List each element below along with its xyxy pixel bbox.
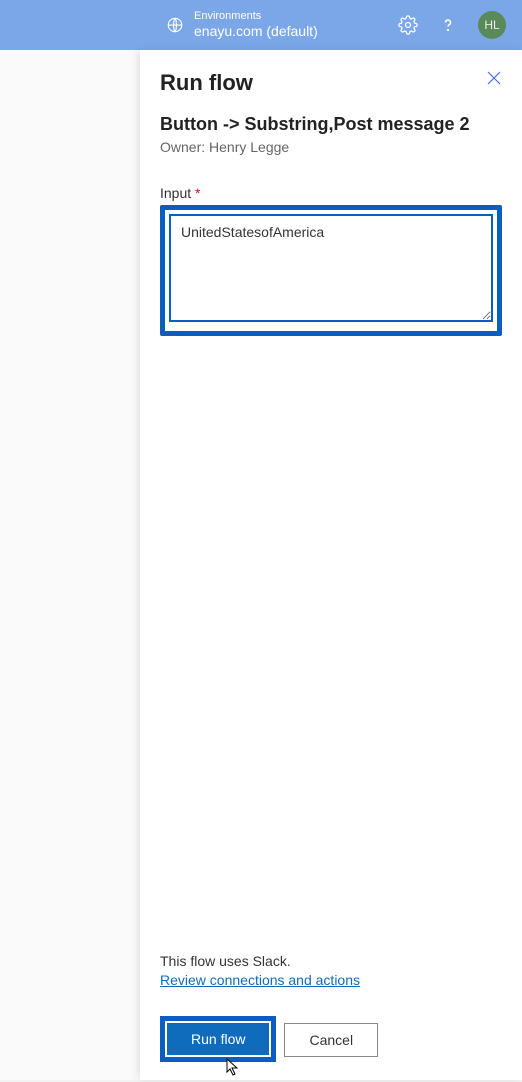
- app-header: Environments enayu.com (default) HL: [0, 0, 522, 50]
- panel-footer: This flow uses Slack. Review connections…: [140, 953, 522, 1080]
- required-asterisk: *: [195, 185, 200, 201]
- review-connections-link[interactable]: Review connections and actions: [160, 972, 360, 988]
- help-icon[interactable]: [438, 15, 458, 35]
- run-flow-button[interactable]: Run flow: [167, 1023, 269, 1055]
- avatar-initials: HL: [484, 18, 499, 32]
- environment-picker[interactable]: Environments enayu.com (default): [166, 10, 318, 40]
- close-button[interactable]: [486, 70, 502, 91]
- form-section: Input * <span></span>: [140, 165, 522, 336]
- input-highlight: <span></span>: [160, 205, 502, 336]
- environment-label: Environments: [194, 10, 318, 23]
- panel-title: Run flow: [160, 70, 502, 96]
- flow-name: Button -> Substring,Post message 2: [160, 114, 502, 135]
- environment-value: enayu.com (default): [194, 23, 318, 40]
- panel-header: Run flow Button -> Substring,Post messag…: [140, 50, 522, 165]
- run-flow-panel: Run flow Button -> Substring,Post messag…: [140, 50, 522, 1080]
- owner-text: Owner: Henry Legge: [160, 139, 502, 155]
- footer-info: This flow uses Slack.: [160, 953, 502, 969]
- cursor-icon: [225, 1057, 241, 1082]
- input-label: Input *: [160, 185, 502, 201]
- environment-text: Environments enayu.com (default): [194, 10, 318, 40]
- environment-icon: [166, 16, 184, 34]
- left-background: [0, 50, 140, 1080]
- input-field[interactable]: <span></span>: [169, 214, 493, 322]
- button-row: Run flow Cancel: [160, 1016, 502, 1062]
- close-icon: [486, 70, 502, 86]
- input-label-text: Input: [160, 185, 191, 201]
- avatar[interactable]: HL: [478, 11, 506, 39]
- settings-icon[interactable]: [398, 15, 418, 35]
- run-flow-highlight: Run flow: [160, 1016, 276, 1062]
- header-actions: HL: [398, 11, 506, 39]
- cancel-button[interactable]: Cancel: [284, 1023, 378, 1057]
